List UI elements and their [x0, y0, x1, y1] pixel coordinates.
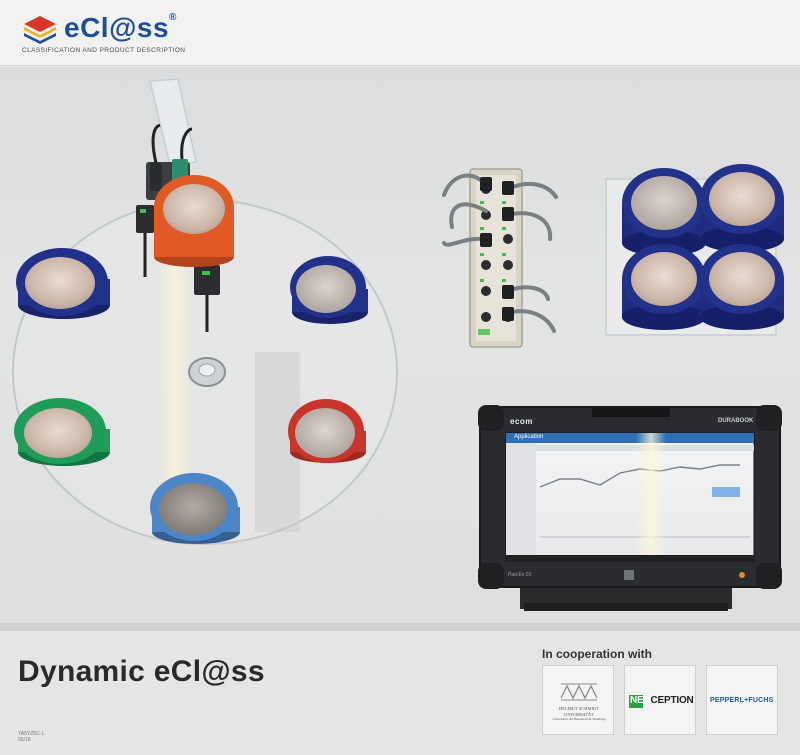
sensor-cable [151, 123, 161, 164]
tablet-orange-light-icon [739, 572, 745, 578]
tablet-top-clip [592, 407, 670, 417]
partner-logo-hsu: HELMUT SCHMIDT UNIVERSITÄT Universität d… [542, 665, 614, 735]
footer-title: Dynamic eCl@ss [18, 655, 265, 688]
sensor-body-left [150, 163, 162, 191]
screen-taskbar [506, 555, 754, 561]
cup-navy-tray-4 [700, 244, 784, 330]
pepperl-fuchs-wordmark: PEPPERL+FUCHS [710, 697, 774, 704]
demonstrator-scene [0, 78, 800, 630]
cup-navy-tray-3 [622, 244, 706, 330]
tablet-bumper-br [756, 563, 782, 589]
cup-orange [154, 175, 234, 267]
hsu-name-line: HELMUT SCHMIDT UNIVERSITÄT [558, 706, 600, 717]
neoception-rest: CEPTION [650, 695, 694, 706]
neoception-prefix: NEC [630, 695, 651, 706]
tablet-bumper-bl [478, 563, 504, 589]
header-strip: eCl@ss® CLASSIFICATION AND PRODUCT DESCR… [0, 0, 800, 66]
partner-logo-neoception: NECCEPTION [624, 665, 696, 735]
lower-sensor-led [202, 271, 210, 275]
hsu-emblem-icon [560, 683, 598, 701]
neoception-wordmark: NECCEPTION [630, 695, 694, 706]
logo-registered-mark: ® [169, 12, 177, 23]
turntable-hub-cap [198, 363, 216, 377]
tablet-model-label: Pad-Ex 01 [508, 572, 532, 578]
cooperation-label: In cooperation with [542, 647, 652, 661]
logo-text: eCl@ss [64, 12, 170, 43]
screen-app-title: Application [514, 434, 544, 440]
tablet-bumper-tl [478, 405, 504, 431]
screen-light-reflection [636, 433, 666, 561]
tablet-windows-button-icon [624, 570, 634, 580]
footer-panel: Dynamic eCl@ss 7A5YZ5C-1 05/18 In cooper… [0, 630, 800, 755]
screen-chart-bar [712, 487, 740, 497]
tablet-brand-left: ecom [510, 417, 533, 426]
hsu-name: HELMUT SCHMIDT UNIVERSITÄT Universität d… [546, 706, 612, 723]
footer-code: 7A5YZ5C-1 05/18 [18, 731, 44, 743]
cup-navy-tray-1 [622, 168, 706, 256]
logo-wordmark: eCl@ss® [64, 12, 177, 44]
tablet-stand-base [524, 603, 728, 611]
tablet-brand-right: DURABOOK [718, 418, 754, 424]
tablet-bumper-tr [756, 405, 782, 431]
screen-sidebar [506, 443, 536, 561]
eclass-layers-icon [24, 16, 56, 44]
io-link-module [469, 168, 523, 348]
acrylic-bracket [149, 78, 197, 166]
eclass-logo: eCl@ss® CLASSIFICATION AND PRODUCT DESCR… [22, 12, 212, 58]
logo-tagline: CLASSIFICATION AND PRODUCT DESCRIPTION [22, 47, 186, 54]
side-sensor-led [140, 209, 146, 213]
cup-navy-tray-2 [700, 164, 784, 252]
lower-sensor [194, 265, 220, 295]
footer-code-line: 05/18 [18, 737, 31, 743]
partner-logo-pepperl-fuchs: PEPPERL+FUCHS [706, 665, 778, 735]
demonstrator-board: ecom DURABOOK Application Pad-Ex 01 [0, 67, 800, 630]
hsu-sub-line: Universität der Bundeswehr Hamburg [552, 717, 606, 721]
board-bottom-edge [0, 623, 800, 630]
